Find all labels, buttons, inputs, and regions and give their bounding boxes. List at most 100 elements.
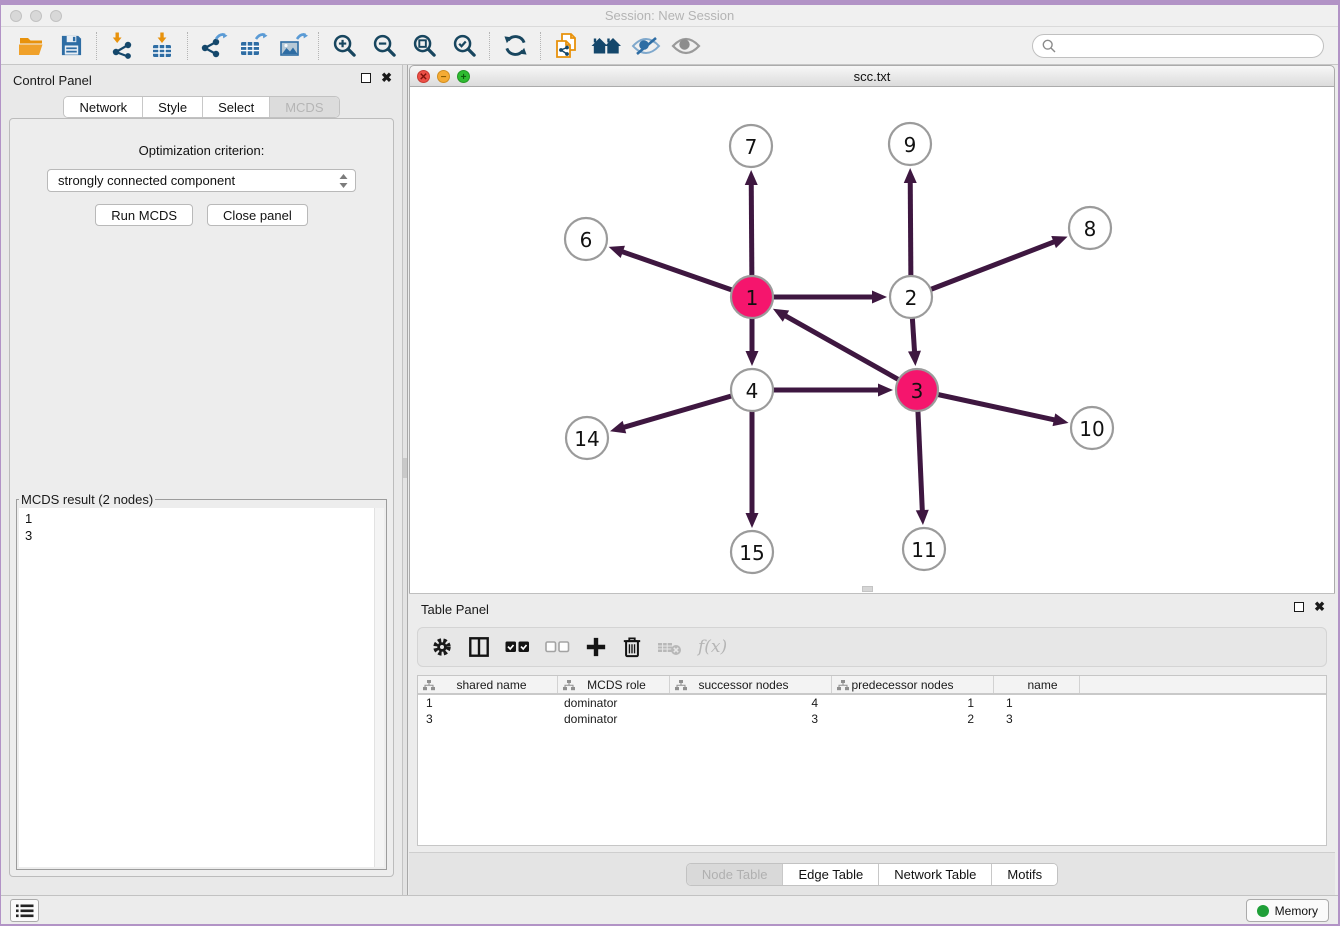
tab-node-table[interactable]: Node Table	[687, 864, 784, 885]
cell-shared-name: 1	[418, 695, 558, 711]
table-row[interactable]: 3 dominator 3 2 3	[418, 711, 1326, 727]
svg-text:3: 3	[911, 379, 924, 403]
column-header-successor-nodes[interactable]: successor nodes	[670, 676, 832, 693]
graph-node-4[interactable]: 4	[731, 369, 773, 411]
network-minimize-button[interactable]: −	[437, 70, 450, 83]
tab-style[interactable]: Style	[143, 97, 203, 117]
function-builder-button[interactable]: f(x)	[698, 637, 727, 657]
tab-mcds[interactable]: MCDS	[270, 97, 338, 117]
save-icon	[60, 34, 83, 57]
svg-text:8: 8	[1084, 217, 1097, 241]
delete-row-button[interactable]	[622, 636, 642, 658]
graph-node-11[interactable]: 11	[903, 528, 945, 570]
network-window-titlebar[interactable]: ✕ − + scc.txt	[409, 65, 1335, 87]
cell-predecessor-nodes: 2	[832, 711, 994, 727]
criterion-select[interactable]: strongly connected component	[47, 169, 356, 192]
table-settings-button[interactable]	[431, 636, 453, 658]
plus-icon	[585, 636, 607, 658]
deselect-all-button[interactable]	[545, 638, 570, 656]
table-row[interactable]: 1 dominator 4 1 1	[418, 695, 1326, 711]
graph-node-10[interactable]: 10	[1071, 407, 1113, 449]
splitter-handle[interactable]	[403, 458, 407, 478]
show-columns-button[interactable]	[468, 636, 490, 658]
search-box[interactable]	[1032, 34, 1324, 58]
close-window-button[interactable]	[10, 10, 22, 22]
tab-edge-table[interactable]: Edge Table	[783, 864, 879, 885]
cell-successor-nodes: 3	[670, 711, 832, 727]
export-network-button[interactable]	[193, 30, 233, 62]
network-canvas[interactable]: 7 9 6 8 1 2 4 3 14 10 15 11	[410, 87, 1334, 593]
graph-node-6[interactable]: 6	[565, 218, 607, 260]
hide-eye-button[interactable]	[626, 30, 666, 62]
import-table-button[interactable]	[142, 30, 182, 62]
tab-network[interactable]: Network	[64, 97, 143, 117]
result-scrollbar[interactable]	[374, 508, 384, 867]
graph-node-15[interactable]: 15	[731, 531, 773, 573]
graph-node-8[interactable]: 8	[1069, 207, 1111, 249]
graph-node-2[interactable]: 2	[890, 276, 932, 318]
add-row-button[interactable]	[585, 636, 607, 658]
graph-edge-3-1[interactable]	[784, 315, 917, 390]
graph-arrowhead	[1051, 236, 1067, 248]
column-header-name[interactable]: name	[994, 676, 1080, 693]
graph-node-9[interactable]: 9	[889, 123, 931, 165]
trash-icon	[622, 636, 642, 658]
mcds-result-text[interactable]: 1 3	[19, 508, 384, 867]
tab-motifs[interactable]: Motifs	[992, 864, 1057, 885]
select-all-button[interactable]	[505, 638, 530, 656]
network-close-button[interactable]: ✕	[417, 70, 430, 83]
graph-arrowhead	[746, 513, 759, 528]
zoom-in-button[interactable]	[324, 30, 364, 62]
hierarchy-icon	[675, 680, 687, 691]
svg-text:7: 7	[745, 135, 758, 159]
home-button[interactable]	[586, 30, 626, 62]
svg-text:15: 15	[739, 541, 764, 565]
graph-edge-2-8[interactable]	[911, 241, 1055, 297]
save-session-button[interactable]	[51, 30, 91, 62]
open-session-button[interactable]	[11, 30, 51, 62]
show-eye-button[interactable]	[666, 30, 706, 62]
column-header-predecessor-nodes[interactable]: predecessor nodes	[832, 676, 994, 693]
close-panel-icon[interactable]: ✖	[381, 72, 392, 84]
graph-node-1[interactable]: 1	[731, 276, 773, 318]
canvas-resize-grip[interactable]	[862, 586, 873, 592]
graph-node-3[interactable]: 3	[896, 369, 938, 411]
titlebar: Session: New Session	[1, 5, 1338, 27]
zoom-fit-icon	[412, 33, 437, 58]
import-network-button[interactable]	[102, 30, 142, 62]
refresh-button[interactable]	[495, 30, 535, 62]
clone-network-button[interactable]	[546, 30, 586, 62]
column-header-shared-name[interactable]: shared name	[418, 676, 558, 693]
zoom-out-button[interactable]	[364, 30, 404, 62]
tab-select[interactable]: Select	[203, 97, 270, 117]
close-table-panel-icon[interactable]: ✖	[1314, 601, 1325, 613]
graph-node-7[interactable]: 7	[730, 125, 772, 167]
float-table-panel-icon[interactable]	[1294, 602, 1304, 612]
run-mcds-button[interactable]: Run MCDS	[95, 204, 193, 226]
memory-button[interactable]: Memory	[1246, 899, 1329, 922]
close-panel-button[interactable]: Close panel	[207, 204, 308, 226]
zoom-selected-button[interactable]	[444, 30, 484, 62]
graph-arrowhead	[746, 351, 759, 366]
checked-boxes-icon	[505, 638, 530, 656]
network-maximize-button[interactable]: +	[457, 70, 470, 83]
control-panel-tabs: Network Style Select MCDS	[1, 96, 402, 118]
tab-network-table[interactable]: Network Table	[879, 864, 992, 885]
maximize-window-button[interactable]	[50, 10, 62, 22]
graph-arrowhead	[872, 291, 887, 304]
search-input[interactable]	[1062, 38, 1314, 53]
cell-predecessor-nodes: 1	[832, 695, 994, 711]
export-table-button[interactable]	[233, 30, 273, 62]
table-tabs-bar: Node Table Edge Table Network Table Moti…	[409, 852, 1335, 895]
toolbar-separator	[96, 32, 97, 60]
column-header-mcds-role[interactable]: MCDS role	[558, 676, 670, 693]
delete-column-button[interactable]	[657, 637, 683, 657]
export-image-button[interactable]	[273, 30, 313, 62]
task-history-button[interactable]	[10, 899, 39, 922]
zoom-fit-button[interactable]	[404, 30, 444, 62]
float-panel-icon[interactable]	[361, 73, 371, 83]
main-toolbar	[1, 27, 1338, 65]
minimize-window-button[interactable]	[30, 10, 42, 22]
graph-node-14[interactable]: 14	[566, 417, 608, 459]
graph-arrowhead	[745, 170, 758, 185]
